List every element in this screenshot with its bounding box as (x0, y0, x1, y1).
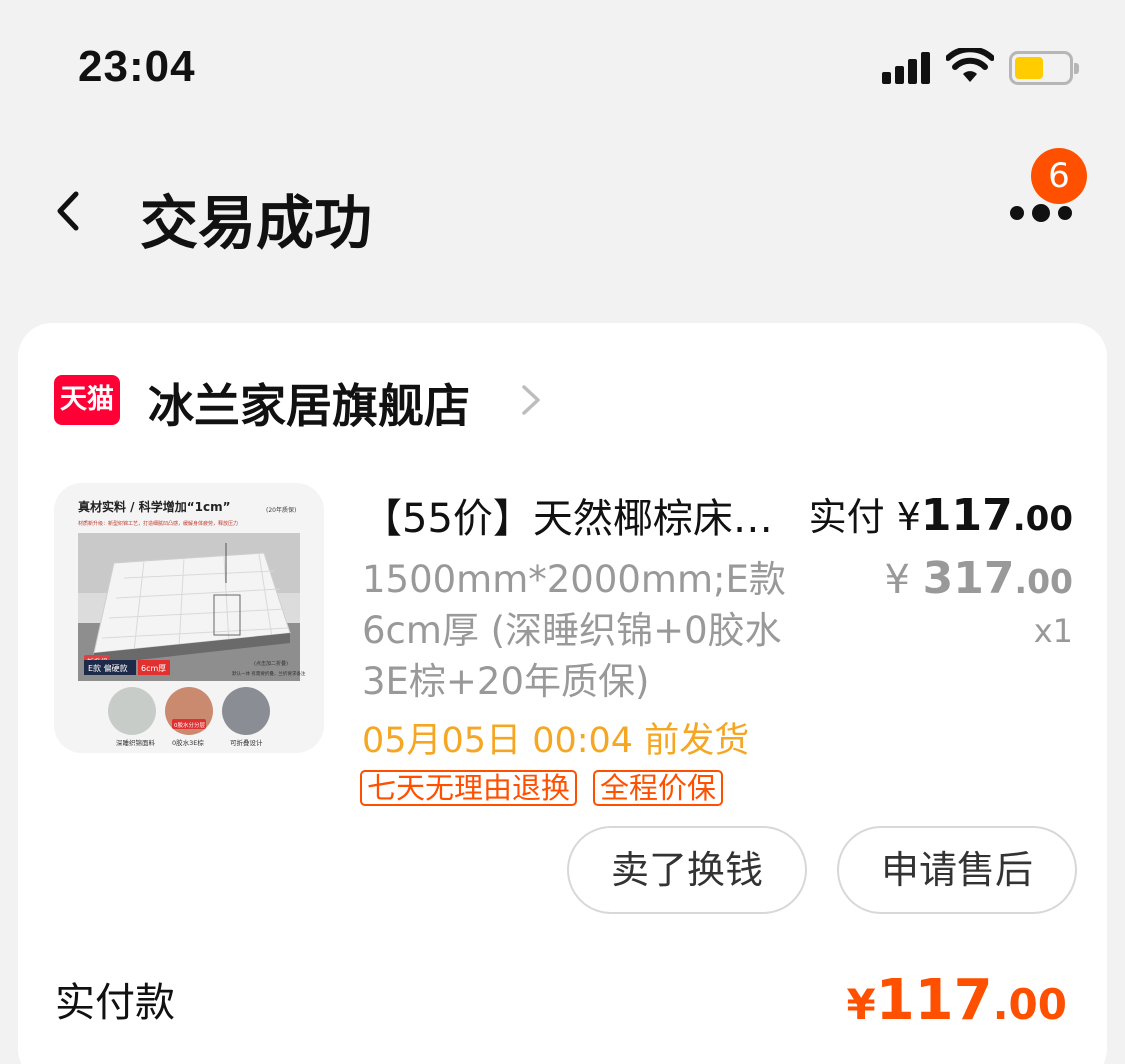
orig-currency: ¥ (884, 557, 910, 603)
orig-dec: .00 (1014, 562, 1073, 601)
total-paid-label: 实付款 (55, 980, 175, 1026)
image-feature-tag: 0胶水分分层 (174, 721, 205, 729)
image-subline: 材质新升级：新型织锦工艺，打造细腻凹凸感，缓解身体疲劳，释放压力 (78, 520, 238, 527)
orig-int: 317 (922, 553, 1015, 604)
battery-icon (1009, 51, 1079, 85)
sell-for-cash-button[interactable]: 卖了换钱 (567, 826, 807, 914)
quantity: x1 (1033, 612, 1073, 650)
total-currency: ¥ (846, 980, 876, 1029)
paid-label: 实付 (808, 495, 885, 539)
status-time: 23:04 (78, 42, 196, 91)
original-price: ¥ 317.00 (885, 553, 1074, 604)
chevron-right-icon[interactable] (518, 383, 544, 417)
image-feature-3: 可折叠设计 (230, 738, 263, 747)
product-title[interactable]: 【55价】天然椰棕床… (362, 486, 812, 544)
total-int: 117 (875, 968, 993, 1033)
more-menu-icon[interactable] (1008, 200, 1074, 228)
order-detail-page: 23:04 交易成功 6 天猫 冰兰家居旗舰店 真材实料 / 科学增加“1cm”… (0, 0, 1125, 1064)
after-sale-button[interactable]: 申请售后 (837, 826, 1077, 914)
wifi-icon (946, 48, 994, 82)
message-count-badge: 6 (1031, 148, 1087, 204)
paid-price: 实付 ¥117.00 (809, 486, 1073, 541)
image-headline-note: (20年质保) (266, 506, 296, 514)
tag-price-protection: 全程价保 (593, 770, 724, 806)
image-headline: 真材实料 / 科学增加“1cm” (78, 499, 230, 514)
tmall-logo: 天猫 (54, 375, 120, 425)
service-tags: 七天无理由退换 全程价保 (360, 770, 724, 806)
image-model-label: E款 偏硬款 (88, 663, 128, 673)
image-thickness-label: 6cm厚 (141, 664, 166, 673)
tag-seven-day-return: 七天无理由退换 (360, 770, 578, 806)
image-feature-2: 0胶水3E棕 (172, 738, 204, 747)
back-chevron-icon[interactable] (50, 186, 90, 236)
product-sku: 1500mm*2000mm;E款 6cm厚 (深睡织锦+0胶水 3E棕+20年质… (362, 558, 786, 703)
image-bottom-note: 默认一体 有需要折叠，兰折要求备注 (232, 670, 306, 677)
image-side-note: (点击加二折叠) (254, 660, 288, 667)
cellular-signal-icon (882, 52, 934, 84)
product-image[interactable]: 真材实料 / 科学增加“1cm” (20年质保) 材质新升级：新型织锦工艺，打造… (54, 483, 324, 753)
total-dec: .00 (992, 980, 1067, 1029)
image-feature-1: 深睡织锦面料 (116, 738, 156, 747)
paid-currency: ¥ (896, 495, 921, 539)
shipping-deadline: 05月05日 00:04 前发货 (362, 721, 750, 761)
paid-dec: .00 (1012, 499, 1073, 539)
page-title: 交易成功 (140, 189, 373, 257)
store-name[interactable]: 冰兰家居旗舰店 (148, 370, 470, 436)
total-paid-amount: ¥117.00 (846, 968, 1067, 1033)
paid-int: 117 (920, 490, 1013, 541)
